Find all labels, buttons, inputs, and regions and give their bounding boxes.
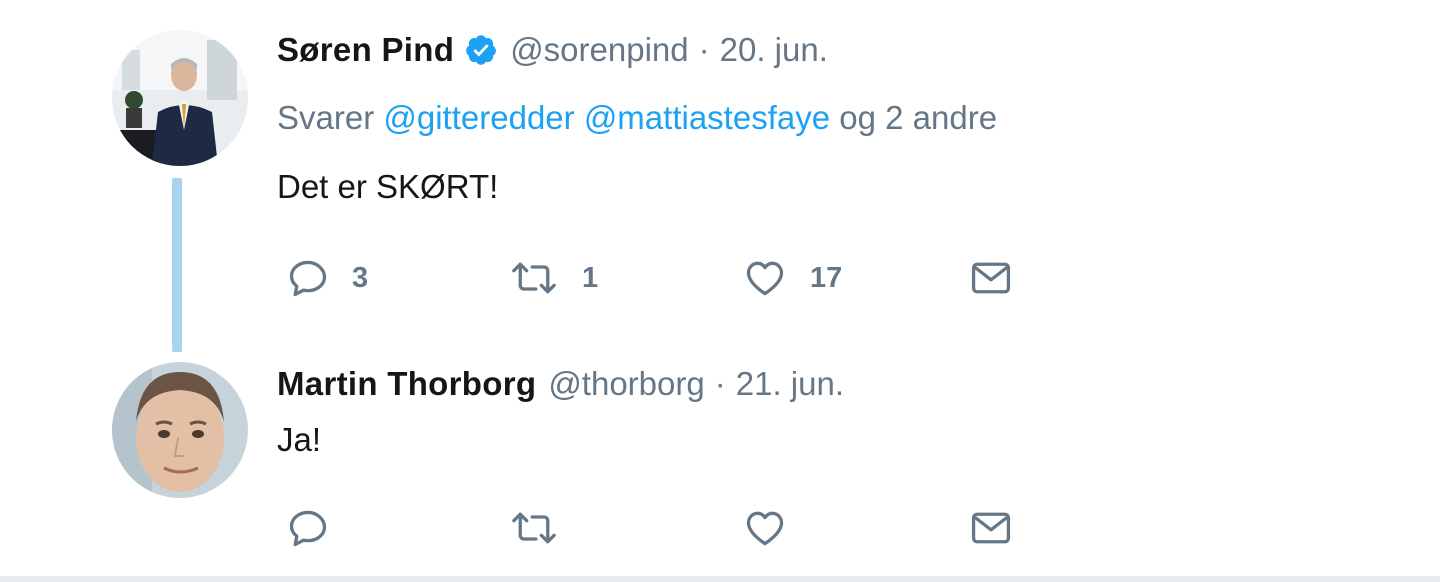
reply-others[interactable]: og 2 andre <box>839 99 997 136</box>
reply-button[interactable]: 3 <box>286 253 368 303</box>
heart-icon <box>746 511 784 546</box>
retweet-count: 1 <box>582 261 599 294</box>
avatar[interactable] <box>112 30 248 166</box>
reply-count: 3 <box>352 261 369 294</box>
like-count: 17 <box>810 261 843 294</box>
display-name[interactable]: Martin Thorborg <box>277 364 536 404</box>
reply-icon <box>289 260 327 297</box>
mention-link[interactable]: @mattiastesfaye <box>584 99 830 136</box>
heart-icon <box>746 261 784 296</box>
reply-icon <box>289 510 327 547</box>
timestamp[interactable]: 21. jun. <box>736 364 844 404</box>
direct-message-button[interactable] <box>968 253 1014 303</box>
reply-context: Svarer @gitteredder @mattiastesfaye og 2… <box>277 98 997 138</box>
retweet-button[interactable]: 1 <box>508 253 598 303</box>
tweet-text: Ja! <box>277 421 322 458</box>
timestamp[interactable]: 20. jun. <box>720 30 828 70</box>
avatar[interactable] <box>112 362 248 498</box>
separator-dot: · <box>698 31 710 68</box>
tweet-header: Martin Thorborg @thorborg · 21. jun. <box>277 364 844 404</box>
retweet-button[interactable] <box>508 503 560 553</box>
direct-message-button[interactable] <box>968 503 1014 553</box>
envelope-icon <box>971 262 1011 294</box>
retweet-icon <box>512 262 556 294</box>
tweet-1: Søren Pind @sorenpind · 20. jun. Svarer … <box>277 30 997 207</box>
tweet-2: Martin Thorborg @thorborg · 21. jun. Ja! <box>277 364 844 460</box>
like-button[interactable] <box>742 503 788 553</box>
handle[interactable]: @sorenpind <box>510 30 688 70</box>
tweet-header: Søren Pind @sorenpind · 20. jun. <box>277 30 997 70</box>
like-button[interactable]: 17 <box>742 253 842 303</box>
thread-connector-line <box>172 178 182 352</box>
envelope-icon <box>971 512 1011 544</box>
display-name[interactable]: Søren Pind <box>277 30 454 70</box>
handle[interactable]: @thorborg <box>548 364 704 404</box>
reply-button[interactable] <box>286 503 330 553</box>
verified-badge-icon <box>464 33 498 67</box>
separator-dot: · <box>714 365 726 402</box>
retweet-icon <box>512 512 556 544</box>
reply-prefix: Svarer <box>277 99 375 136</box>
tweet-text: Det er SKØRT! <box>277 168 499 205</box>
mention-link[interactable]: @gitteredder <box>383 99 574 136</box>
divider <box>0 576 1440 582</box>
